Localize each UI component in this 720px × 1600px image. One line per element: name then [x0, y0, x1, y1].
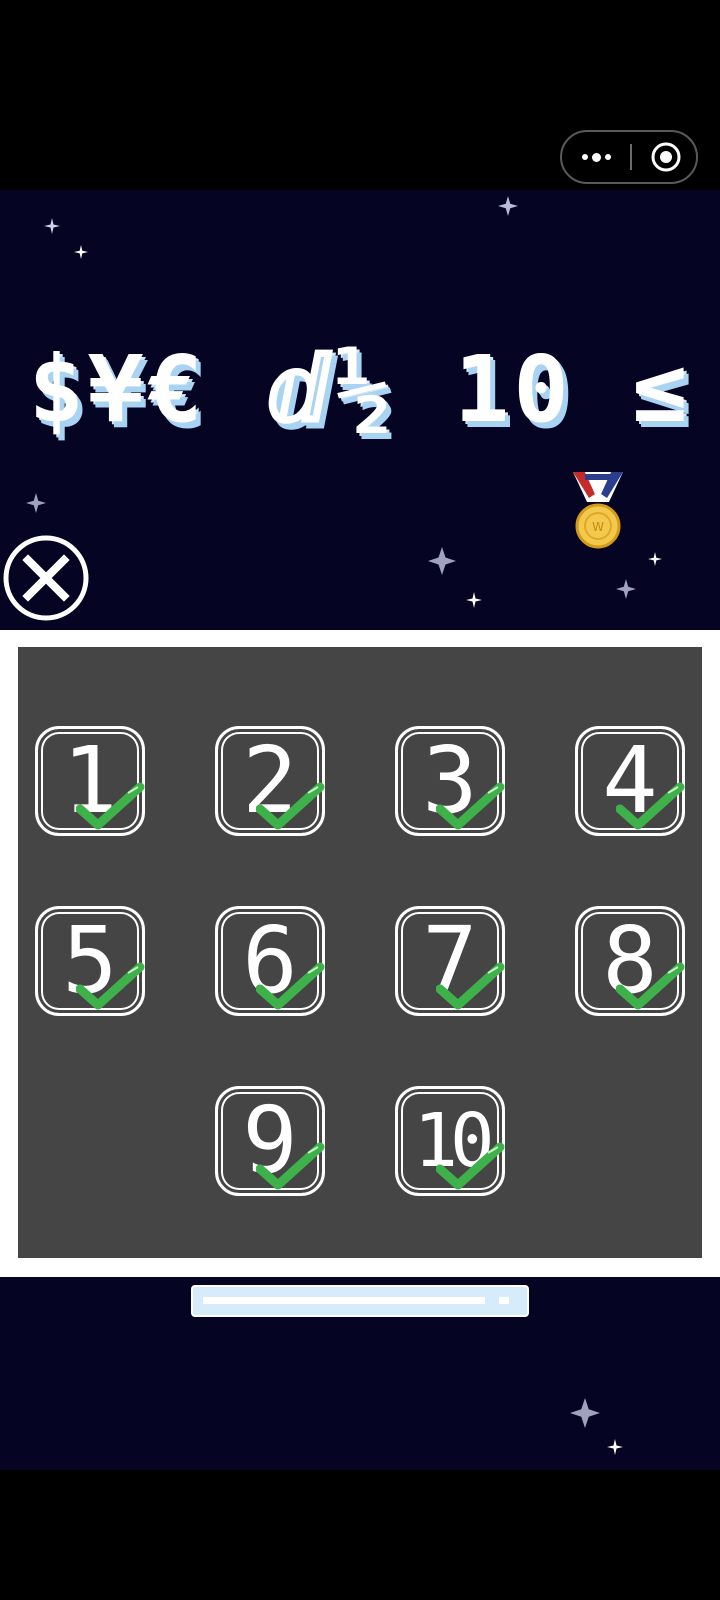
check-icon: [256, 962, 325, 1010]
level-4-button[interactable]: 4: [575, 726, 685, 836]
check-icon: [616, 782, 685, 830]
level-5-button[interactable]: 5: [35, 906, 145, 1016]
check-icon: [436, 1142, 505, 1190]
gold-medal-icon: W: [573, 472, 623, 549]
close-x-icon[interactable]: [2, 534, 90, 622]
dot: [581, 154, 588, 160]
capsule-separator: [630, 144, 632, 170]
check-icon: [76, 782, 145, 830]
check-icon: [256, 1142, 325, 1190]
dot: [604, 154, 611, 160]
star-icon: [74, 245, 88, 259]
level-panel-frame: 1 2 3 4 5 6 7 8 9 10: [0, 630, 720, 1277]
star-icon: [607, 1439, 623, 1455]
level-grid: 1 2 3 4 5 6 7 8 9 10: [18, 647, 702, 1258]
top-capsule: [560, 130, 698, 184]
level-3-button[interactable]: 3: [395, 726, 505, 836]
level-6-button[interactable]: 6: [215, 906, 325, 1016]
bar-highlight: [203, 1297, 485, 1304]
star-icon: [498, 196, 518, 216]
star-icon: [570, 1398, 600, 1428]
check-icon: [436, 962, 505, 1010]
check-icon: [76, 962, 145, 1010]
star-icon: [616, 579, 636, 599]
dot: [591, 152, 601, 162]
level-7-button[interactable]: 7: [395, 906, 505, 1016]
more-dots-icon[interactable]: [562, 132, 630, 182]
star-icon: [26, 493, 46, 513]
level-9-button[interactable]: 9: [215, 1086, 325, 1196]
star-icon: [44, 218, 60, 234]
level-1-button[interactable]: 1: [35, 726, 145, 836]
level-8-button[interactable]: 8: [575, 906, 685, 1016]
star-icon: [428, 547, 456, 575]
level-2-button[interactable]: 2: [215, 726, 325, 836]
check-icon: [616, 962, 685, 1010]
light-bar-button[interactable]: [191, 1285, 529, 1317]
target-circle-icon[interactable]: [650, 141, 682, 173]
bar-highlight-small: [499, 1297, 509, 1304]
star-icon: [648, 552, 662, 566]
svg-text:W: W: [592, 520, 604, 534]
check-icon: [256, 782, 325, 830]
game-title: $¥€ ⅆ½ 10 ≤: [28, 336, 692, 443]
game-screen: $¥€ ⅆ½ 10 ≤ W 1 2 3 4 5 6 7 8 9 10: [0, 0, 720, 1600]
star-icon: [466, 592, 482, 608]
level-10-button[interactable]: 10: [395, 1086, 505, 1196]
check-icon: [436, 782, 505, 830]
